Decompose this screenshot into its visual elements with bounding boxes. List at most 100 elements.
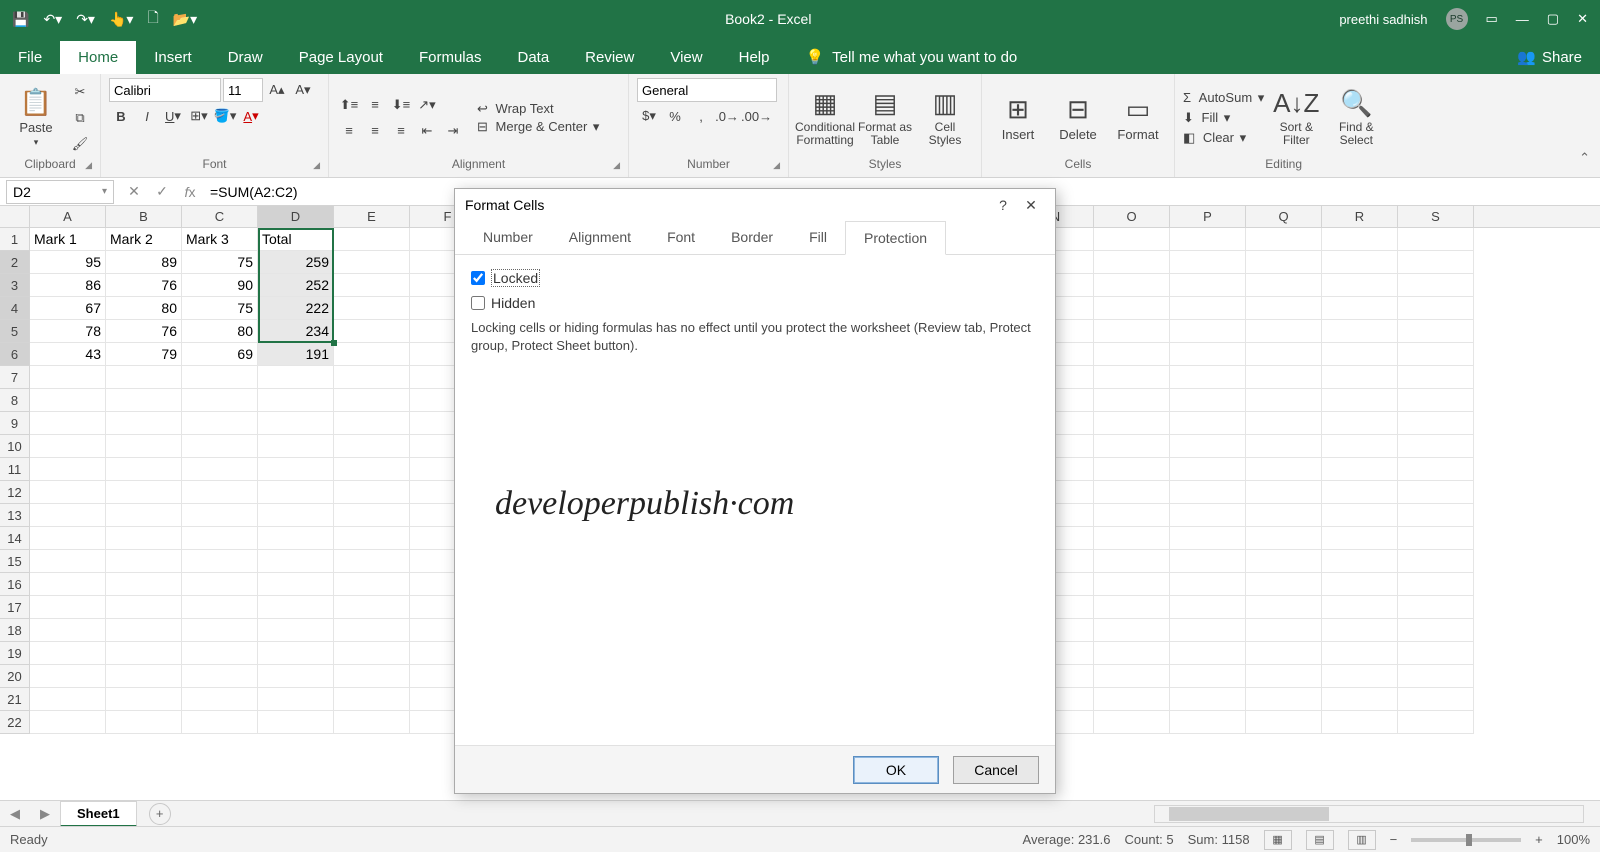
cell[interactable] [258, 366, 334, 389]
close-icon[interactable]: ✕ [1577, 11, 1588, 27]
horizontal-scrollbar[interactable] [1154, 805, 1584, 823]
cell[interactable] [30, 504, 106, 527]
cell[interactable] [258, 458, 334, 481]
cell[interactable] [106, 527, 182, 550]
redo-icon[interactable]: ↷▾ [76, 11, 95, 28]
cell[interactable] [1170, 711, 1246, 734]
cell[interactable] [30, 366, 106, 389]
cell[interactable] [182, 711, 258, 734]
ok-button[interactable]: OK [853, 756, 939, 784]
format-cells-button[interactable]: ▭Format [1110, 80, 1166, 156]
border-button[interactable]: ⊞▾ [187, 104, 211, 128]
row-header[interactable]: 4 [0, 297, 30, 320]
cell[interactable] [1094, 550, 1170, 573]
cell[interactable] [258, 711, 334, 734]
cell[interactable]: 78 [30, 320, 106, 343]
cell[interactable] [1322, 504, 1398, 527]
decrease-decimal-icon[interactable]: .00→ [741, 104, 772, 128]
cell[interactable]: Mark 2 [106, 228, 182, 251]
cell[interactable] [1322, 527, 1398, 550]
cell[interactable] [1322, 550, 1398, 573]
cell[interactable]: 95 [30, 251, 106, 274]
sheet-tab-active[interactable]: Sheet1 [60, 801, 137, 827]
cell[interactable] [1398, 504, 1474, 527]
user-name[interactable]: preethi sadhish [1339, 12, 1427, 27]
cell[interactable] [258, 412, 334, 435]
cell[interactable] [1094, 435, 1170, 458]
normal-view-icon[interactable]: ▦ [1264, 830, 1292, 850]
cell[interactable] [1246, 619, 1322, 642]
cell[interactable] [258, 642, 334, 665]
cell[interactable] [1094, 412, 1170, 435]
delete-cells-button[interactable]: ⊟Delete [1050, 80, 1106, 156]
cell[interactable] [30, 435, 106, 458]
cancel-button[interactable]: Cancel [953, 756, 1039, 784]
cell[interactable] [1398, 458, 1474, 481]
tab-formulas[interactable]: Formulas [401, 41, 500, 74]
tab-insert[interactable]: Insert [136, 41, 210, 74]
cell[interactable] [106, 573, 182, 596]
cell[interactable] [1398, 251, 1474, 274]
row-header[interactable]: 21 [0, 688, 30, 711]
cell[interactable] [1322, 573, 1398, 596]
cell[interactable] [1322, 366, 1398, 389]
cell[interactable] [106, 665, 182, 688]
launcher-icon[interactable]: ◢ [313, 160, 320, 171]
maximize-icon[interactable]: ▢ [1547, 11, 1559, 27]
cell[interactable] [1094, 228, 1170, 251]
row-header[interactable]: 8 [0, 389, 30, 412]
cell[interactable] [1170, 550, 1246, 573]
cell[interactable] [30, 619, 106, 642]
open-file-icon[interactable]: 📂▾ [173, 11, 197, 28]
cell[interactable] [106, 504, 182, 527]
cell[interactable] [1398, 366, 1474, 389]
cell[interactable] [30, 550, 106, 573]
row-header[interactable]: 14 [0, 527, 30, 550]
cell[interactable] [1322, 228, 1398, 251]
cell[interactable] [1170, 458, 1246, 481]
cell[interactable] [106, 688, 182, 711]
column-header[interactable]: D [258, 206, 334, 227]
cell[interactable] [1246, 504, 1322, 527]
row-header[interactable]: 9 [0, 412, 30, 435]
cell[interactable] [30, 573, 106, 596]
cell[interactable]: 75 [182, 297, 258, 320]
cell[interactable] [334, 550, 410, 573]
cell[interactable]: 69 [182, 343, 258, 366]
cell[interactable] [1322, 389, 1398, 412]
cell[interactable] [1246, 228, 1322, 251]
cell[interactable] [334, 251, 410, 274]
undo-icon[interactable]: ↶▾ [43, 11, 62, 28]
sheet-nav-next-icon[interactable]: ▶ [30, 806, 60, 822]
cell[interactable] [1246, 251, 1322, 274]
cell[interactable] [106, 366, 182, 389]
dialog-titlebar[interactable]: Format Cells ? ✕ [455, 189, 1055, 221]
cell[interactable] [1170, 665, 1246, 688]
format-painter-icon[interactable]: 🖌 [68, 132, 92, 156]
tab-view[interactable]: View [652, 41, 720, 74]
column-header[interactable]: Q [1246, 206, 1322, 227]
launcher-icon[interactable]: ◢ [613, 160, 620, 171]
cell[interactable] [1246, 320, 1322, 343]
locked-checkbox[interactable] [471, 271, 485, 285]
paste-button[interactable]: 📋 Paste ▾ [8, 80, 64, 156]
dialog-tab-protection[interactable]: Protection [845, 221, 946, 255]
cell[interactable] [1398, 412, 1474, 435]
increase-decimal-icon[interactable]: .0→ [715, 104, 739, 128]
cell[interactable] [30, 458, 106, 481]
cell[interactable] [258, 596, 334, 619]
cell[interactable] [30, 642, 106, 665]
underline-button[interactable]: U▾ [161, 104, 185, 128]
align-bottom-icon[interactable]: ⬇≡ [389, 93, 413, 117]
sort-filter-button[interactable]: A↓ZSort & Filter [1268, 80, 1324, 156]
cell[interactable] [1170, 274, 1246, 297]
cell[interactable]: 234 [258, 320, 334, 343]
cell[interactable]: 86 [30, 274, 106, 297]
cell[interactable] [1246, 527, 1322, 550]
percent-format-icon[interactable]: % [663, 104, 687, 128]
cell[interactable] [1246, 573, 1322, 596]
name-box[interactable]: D2 ▾ [6, 180, 114, 204]
launcher-icon[interactable]: ◢ [773, 160, 780, 171]
cell[interactable] [334, 573, 410, 596]
decrease-font-icon[interactable]: A▾ [291, 78, 315, 102]
